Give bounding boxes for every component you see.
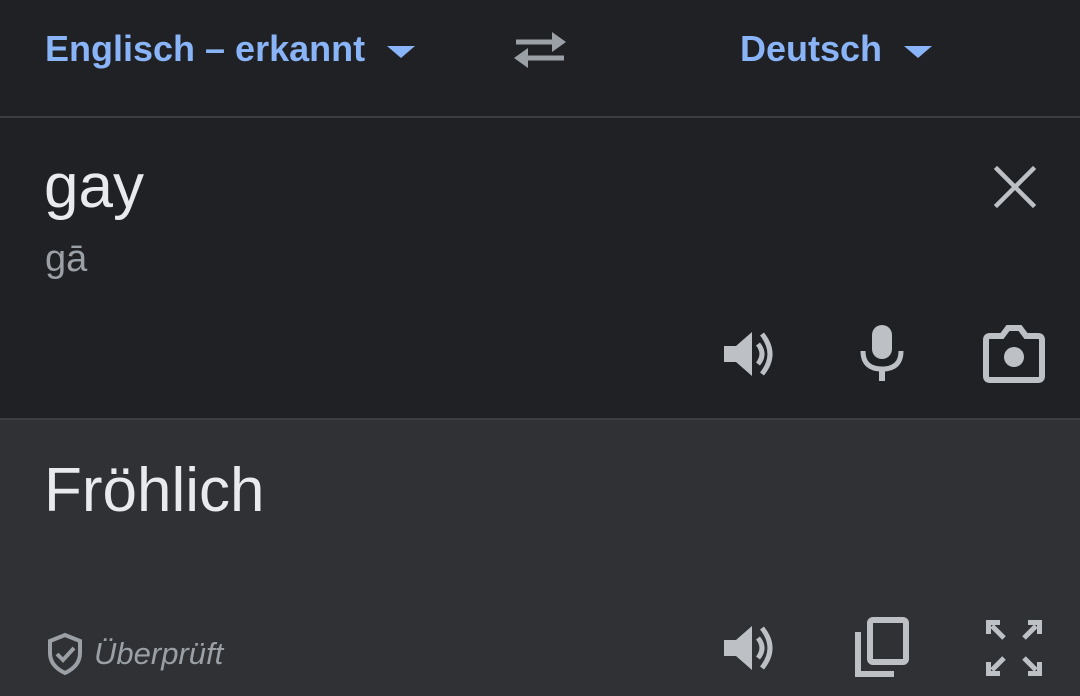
target-language-selector[interactable]: Deutsch [740, 27, 933, 71]
source-language-selector[interactable]: Englisch – erkannt [45, 27, 416, 71]
dropdown-caret-icon [904, 46, 933, 58]
camera-icon[interactable] [982, 322, 1046, 386]
copy-icon[interactable] [850, 616, 914, 680]
verified-label: Überprüft [94, 636, 224, 671]
verified-badge: Überprüft [46, 632, 223, 676]
microphone-icon[interactable] [850, 321, 914, 385]
source-text[interactable]: gay [44, 156, 144, 218]
output-pane: Fröhlich Überprüft [0, 418, 1080, 696]
speaker-icon[interactable] [718, 616, 782, 680]
close-icon[interactable] [990, 162, 1040, 212]
fullscreen-icon[interactable] [982, 616, 1046, 680]
source-language-label: Englisch – erkannt [45, 28, 366, 69]
language-bar: Englisch – erkannt Deutsch [0, 0, 1080, 118]
speaker-icon[interactable] [718, 322, 782, 386]
swap-languages-icon[interactable] [508, 26, 572, 74]
input-pane: gay gā [0, 118, 1080, 418]
target-language-label: Deutsch [740, 28, 883, 69]
shield-check-icon [48, 632, 82, 676]
translation-text: Fröhlich [44, 456, 265, 525]
phonetic-transcription: gā [45, 238, 88, 280]
dropdown-caret-icon [387, 46, 416, 58]
